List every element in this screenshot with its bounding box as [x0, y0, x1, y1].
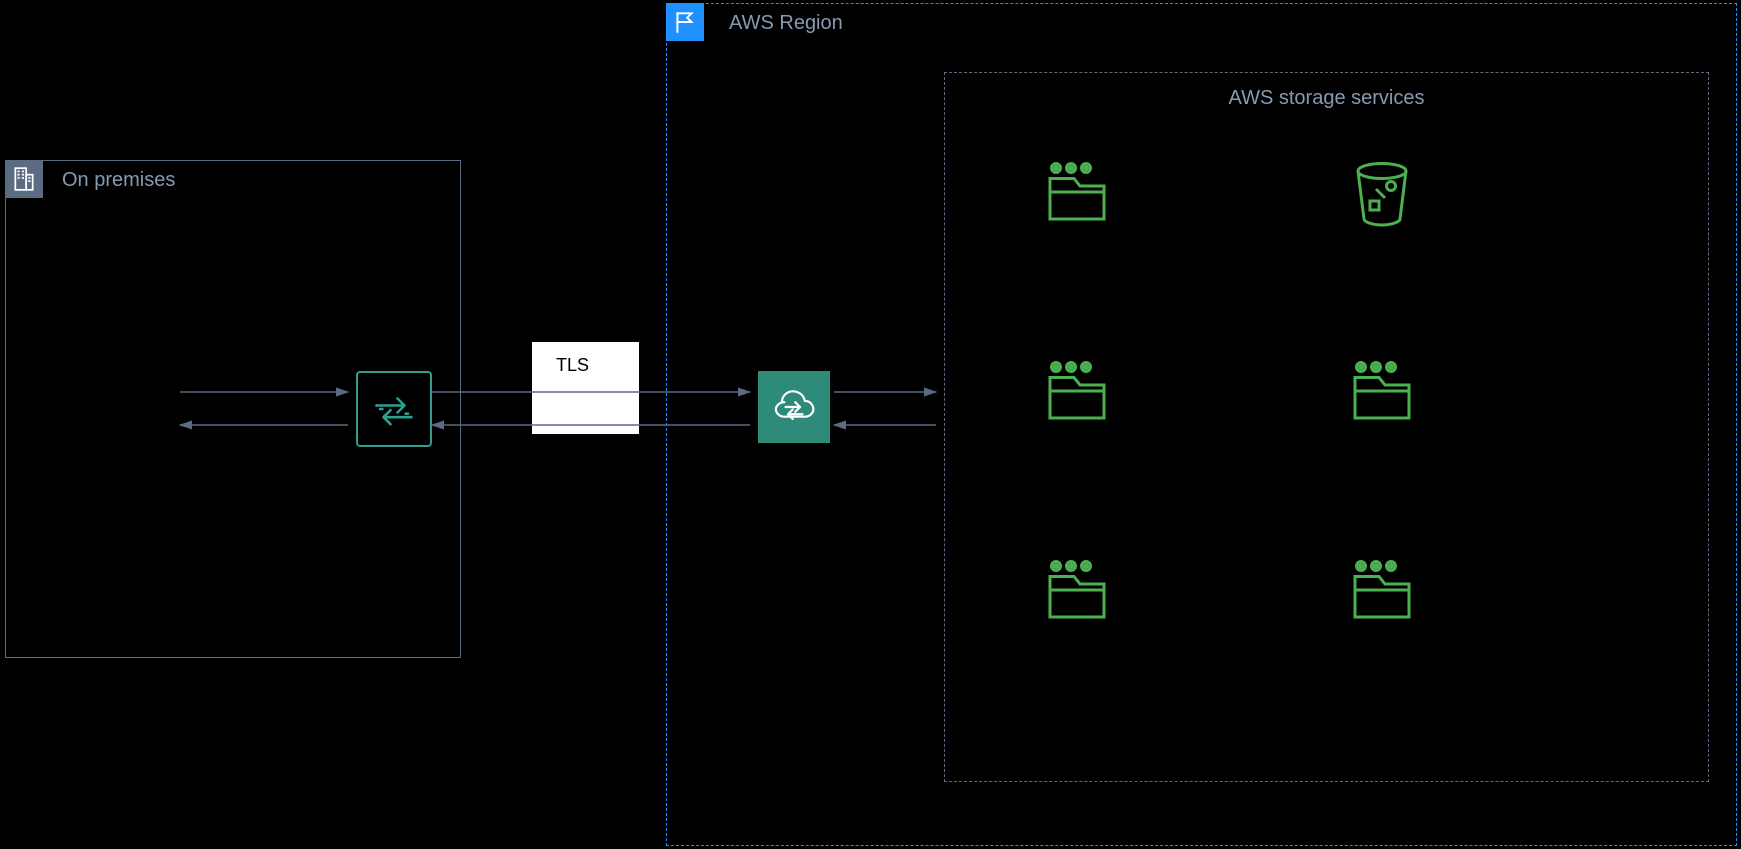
fsx-icon: [1041, 554, 1113, 626]
corporate-datacenter-icon: [5, 160, 43, 198]
fsx-icon: [1041, 156, 1113, 228]
diagram-stage: On premises AWS Region AWS storage servi…: [0, 0, 1741, 849]
s3-bucket-icon: [1346, 156, 1418, 228]
aws-storage-services-label: AWS storage services: [1229, 87, 1425, 110]
fsx-icon: [1346, 554, 1418, 626]
region-flag-icon: [666, 3, 704, 41]
fsx-icon: [1346, 355, 1418, 427]
on-premises-label: On premises: [62, 169, 175, 192]
tls-label: TLS: [556, 355, 589, 376]
aws-datasync-icon: [758, 371, 830, 443]
aws-region-label: AWS Region: [729, 12, 843, 35]
datasync-agent-icon: [356, 371, 432, 447]
fsx-icon: [1041, 355, 1113, 427]
